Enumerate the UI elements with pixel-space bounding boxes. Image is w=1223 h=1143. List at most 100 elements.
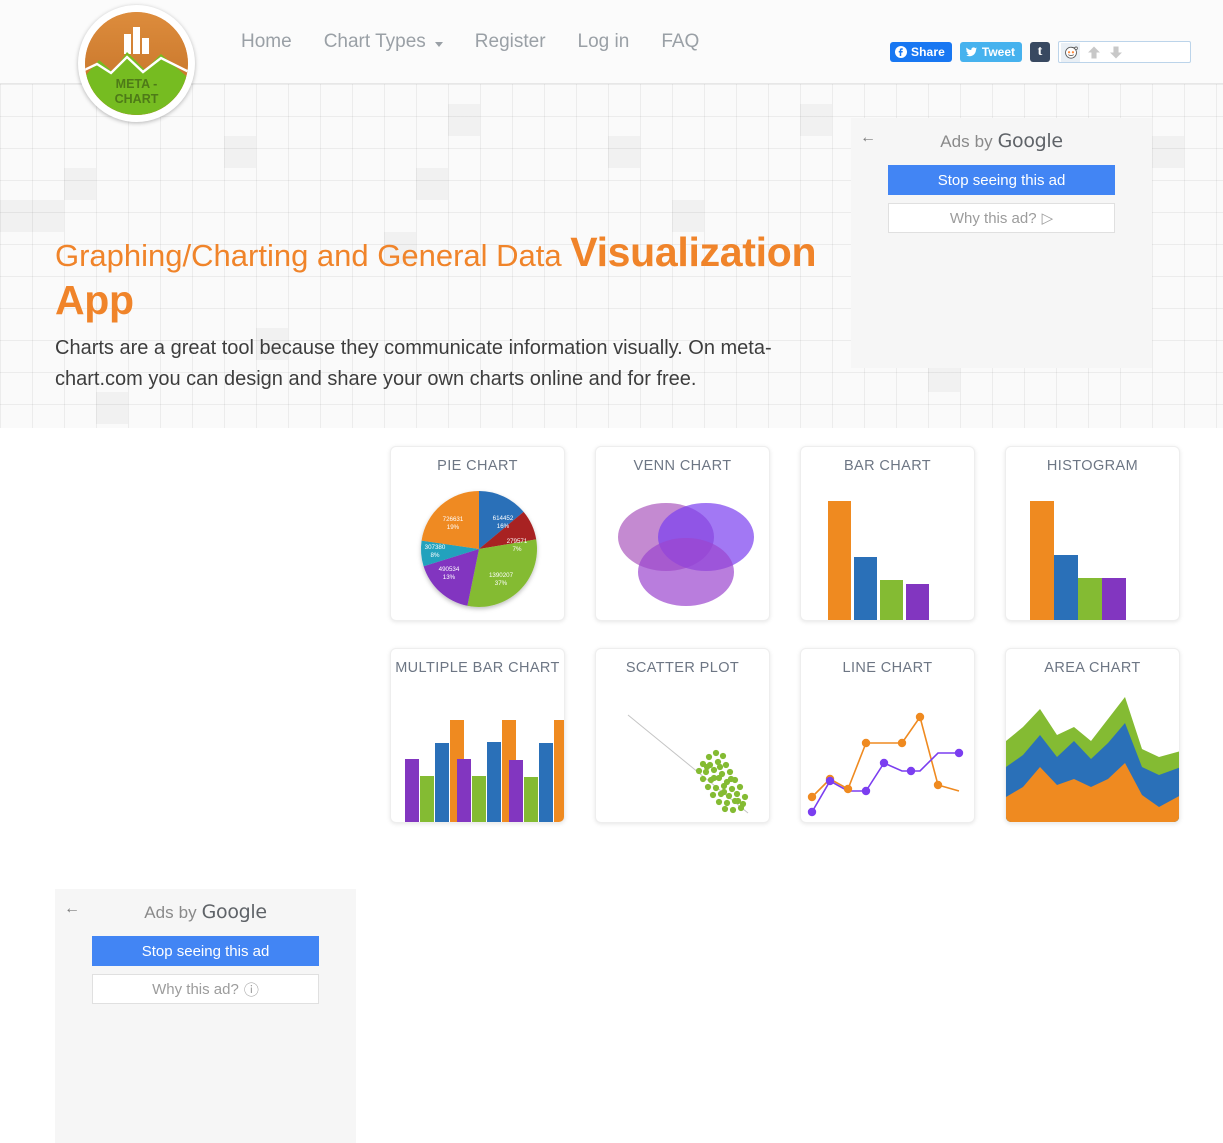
- downvote-arrow-icon[interactable]: [1107, 44, 1125, 61]
- pie-slice-label: 490534: [439, 566, 460, 573]
- scatter-points: [695, 749, 749, 814]
- chevron-down-icon: [434, 41, 443, 47]
- bg-tile: [224, 136, 256, 168]
- nav-item-label: Home: [241, 31, 292, 52]
- pie-slice-label: 279571: [507, 538, 528, 545]
- card-area-chart[interactable]: AREA CHART: [1005, 648, 1180, 823]
- brand-logo-line2: CHART: [115, 92, 159, 106]
- scatter-plot-thumbnail: [627, 714, 749, 814]
- info-triangle-icon: ▷: [1041, 210, 1054, 227]
- reddit-arrows[interactable]: [1085, 44, 1125, 61]
- card-title: LINE CHART: [842, 660, 933, 676]
- stop-seeing-ad-button[interactable]: Stop seeing this ad: [92, 936, 319, 966]
- pie-slice-label: 307380: [425, 544, 446, 551]
- google-wordmark: Google: [997, 130, 1064, 152]
- pie-slice-percent: 13%: [443, 574, 456, 581]
- brand-logo[interactable]: META - CHART: [78, 5, 195, 122]
- brand-logo-line1: META -: [116, 77, 158, 91]
- nav-item-home[interactable]: Home: [225, 21, 308, 63]
- card-pie-chart[interactable]: PIE CHART 614452 16% 279571 7% 1390207 37% …: [390, 446, 565, 621]
- bar-group: [405, 720, 464, 822]
- card-title: BAR CHART: [843, 458, 932, 474]
- bar-chart-thumbnail: [828, 501, 929, 620]
- card-histogram[interactable]: HISTOGRAM: [1005, 446, 1180, 621]
- card-venn-chart[interactable]: VENN CHART: [595, 446, 770, 621]
- card-title: MULTIPLE BAR CHART: [395, 660, 560, 676]
- bg-tile: [96, 392, 128, 424]
- nav-item-login[interactable]: Log in: [562, 21, 646, 63]
- card-title: AREA CHART: [1044, 660, 1141, 676]
- pie-slice-percent: 8%: [431, 552, 440, 559]
- twitter-tweet-label: Tweet: [981, 45, 1015, 59]
- nav-item-label: FAQ: [661, 31, 700, 52]
- brand-logo-graphic: META - CHART: [85, 12, 188, 115]
- facebook-share-label: Share: [911, 45, 945, 59]
- why-this-ad-label: Why this ad?: [949, 209, 1037, 227]
- ads-by-label: Ads by: [144, 903, 202, 922]
- card-multiple-bar-chart[interactable]: MULTIPLE BAR CHART: [390, 648, 565, 823]
- pie-slice-percent: 7%: [513, 546, 522, 553]
- line-chart-thumbnail: [807, 712, 964, 817]
- bar: [554, 720, 564, 822]
- pie-chart-thumbnail: 61445216% 2795717% 139020737% 49053413% …: [420, 491, 537, 607]
- multiple-bar-chart-thumbnail: [405, 720, 564, 822]
- upvote-arrow-icon[interactable]: [1085, 44, 1103, 61]
- nav-item-label: Chart Types: [323, 31, 426, 52]
- bar: [828, 501, 851, 620]
- facebook-share-button[interactable]: Share: [890, 42, 952, 62]
- google-ad-top: ← Ads by Google Stop seeing this ad Why …: [851, 118, 1152, 368]
- bar: [487, 742, 501, 822]
- pie-slice-label: 1390207: [489, 572, 514, 579]
- card-title: SCATTER PLOT: [625, 660, 740, 676]
- info-circle-icon: ⓘ: [243, 981, 259, 999]
- bar: [435, 743, 449, 822]
- bar: [472, 776, 486, 822]
- ad-back-arrow-icon[interactable]: ←: [64, 901, 80, 917]
- google-ad-left: ← Ads by Google Stop seeing this ad Why …: [55, 889, 356, 1143]
- stop-seeing-ad-button[interactable]: Stop seeing this ad: [888, 165, 1115, 195]
- bg-tile: [800, 104, 832, 136]
- pie-slice-label: 614452: [493, 515, 514, 522]
- tumblr-share-button[interactable]: t: [1030, 42, 1050, 62]
- page-title: Graphing/Charting and General Data Visua…: [55, 230, 845, 326]
- reddit-vote-widget[interactable]: [1058, 41, 1191, 63]
- bar: [1102, 578, 1126, 620]
- twitter-icon: [965, 47, 977, 57]
- bar: [880, 580, 903, 620]
- pie-slice-percent: 16%: [497, 523, 510, 530]
- histogram-thumbnail: [1030, 501, 1126, 620]
- bar-group: [509, 720, 564, 822]
- twitter-tweet-button[interactable]: Tweet: [959, 42, 1022, 62]
- facebook-icon: [895, 46, 908, 58]
- ads-by-label: Ads by: [940, 132, 998, 151]
- bar: [405, 759, 419, 822]
- bar: [1078, 578, 1102, 620]
- bg-tile: [1152, 136, 1184, 168]
- why-this-ad-button[interactable]: Why this ad? ⓘ: [92, 974, 319, 1004]
- tumblr-icon: t: [1037, 44, 1043, 59]
- pie-slice-percent: 37%: [495, 580, 508, 587]
- nav-item-register[interactable]: Register: [459, 21, 562, 63]
- bg-tile: [608, 136, 640, 168]
- card-scatter-plot[interactable]: SCATTER PLOT: [595, 648, 770, 823]
- card-title: HISTOGRAM: [1046, 458, 1139, 474]
- bg-tile: [672, 200, 704, 232]
- area-chart-thumbnail: [1006, 697, 1179, 822]
- why-this-ad-button[interactable]: Why this ad? ▷: [888, 203, 1115, 233]
- nav-item-faq[interactable]: FAQ: [645, 21, 715, 63]
- nav-item-label: Log in: [577, 31, 630, 52]
- bar: [524, 777, 538, 822]
- bg-tile: [0, 200, 32, 232]
- bg-tile: [32, 200, 64, 232]
- bg-tile: [416, 168, 448, 200]
- nav-item-label: Register: [474, 31, 546, 52]
- bar-group: [457, 720, 516, 822]
- pie-slice-percent: 19%: [447, 524, 460, 531]
- bar: [1030, 501, 1054, 620]
- nav-item-chart-types[interactable]: Chart Types: [308, 21, 459, 63]
- card-bar-chart[interactable]: BAR CHART: [800, 446, 975, 621]
- card-title: PIE CHART: [437, 458, 518, 474]
- bar: [539, 743, 553, 822]
- ad-back-arrow-icon[interactable]: ←: [860, 130, 876, 146]
- card-line-chart[interactable]: LINE CHART: [800, 648, 975, 823]
